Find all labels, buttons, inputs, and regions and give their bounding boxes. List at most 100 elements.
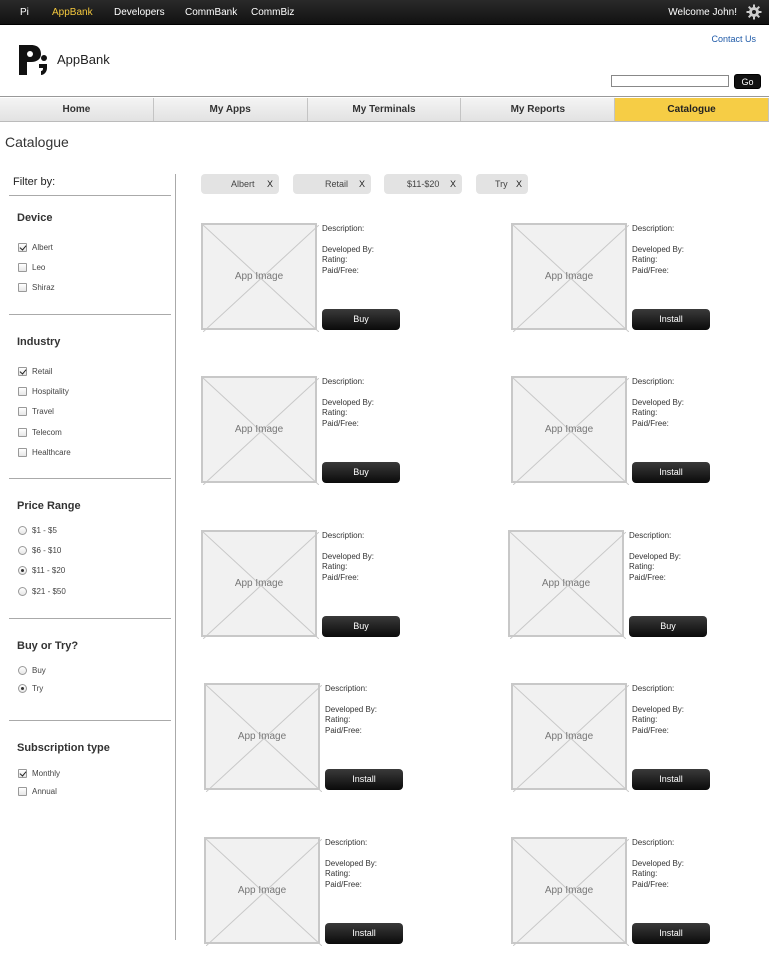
chip-label: Retail	[325, 179, 349, 189]
app-developed-by: Developed By:	[325, 704, 378, 714]
app-image-placeholder[interactable]: App Image	[511, 837, 629, 946]
price-option-1-5[interactable]: $1 - $5	[18, 524, 57, 536]
tab-my-reports[interactable]: My Reports	[461, 98, 616, 121]
install-button[interactable]: Install	[632, 923, 710, 944]
top-nav-commbiz[interactable]: CommBiz	[251, 0, 294, 25]
install-button[interactable]: Install	[632, 769, 710, 790]
checkbox[interactable]	[18, 282, 27, 292]
app-developed-by: Developed By:	[325, 858, 378, 868]
buy-button[interactable]: Buy	[322, 462, 400, 483]
search-input[interactable]	[611, 75, 729, 87]
install-button[interactable]: Install	[632, 462, 710, 483]
app-image-label: App Image	[237, 731, 287, 742]
industry-option-travel[interactable]: Travel	[18, 405, 54, 417]
price-option-21-50[interactable]: $21 - $50	[18, 585, 66, 597]
checkbox[interactable]	[18, 786, 27, 796]
app-description: Description:	[629, 531, 672, 540]
app-developed-by: Developed By:	[632, 704, 685, 714]
buy-or-try-title: Buy or Try?	[17, 640, 79, 652]
radio-button[interactable]	[18, 545, 27, 555]
checkbox-checked[interactable]	[18, 242, 27, 252]
tab-my-apps[interactable]: My Apps	[153, 98, 308, 121]
industry-option-telecom[interactable]: Telecom	[18, 426, 62, 438]
top-nav-commbank[interactable]: CommBank	[185, 0, 237, 25]
option-label: Albert	[32, 242, 53, 252]
app-image-placeholder[interactable]: App Image	[201, 223, 319, 332]
device-option-leo[interactable]: Leo	[18, 261, 45, 273]
buy-button[interactable]: Buy	[322, 616, 400, 637]
filter-chip-retail[interactable]: Retail X	[293, 174, 371, 194]
remove-filter-button[interactable]: X	[516, 174, 522, 194]
industry-option-hospitality[interactable]: Hospitality	[18, 385, 69, 397]
app-image-placeholder[interactable]: App Image	[201, 376, 319, 485]
app-rating: Rating:	[632, 255, 658, 264]
app-description: Description:	[632, 838, 675, 847]
app-image-placeholder[interactable]: App Image	[201, 530, 319, 639]
subscription-option-annual[interactable]: Annual	[18, 785, 57, 797]
app-image-placeholder[interactable]: App Image	[511, 376, 629, 485]
install-button[interactable]: Install	[632, 309, 710, 330]
option-label: $6 - $10	[32, 545, 62, 555]
price-option-11-20[interactable]: $11 - $20	[18, 564, 65, 576]
app-rating: Rating:	[322, 562, 348, 571]
buy-button[interactable]: Buy	[629, 616, 707, 637]
radio-button-selected[interactable]	[18, 565, 27, 575]
app-rating: Rating:	[322, 255, 348, 264]
app-paid-free: Paid/Free:	[632, 418, 669, 428]
checkbox[interactable]	[18, 427, 27, 437]
install-button[interactable]: Install	[325, 769, 403, 790]
checkbox-checked[interactable]	[18, 768, 27, 778]
buy-button[interactable]: Buy	[322, 309, 400, 330]
app-image-placeholder[interactable]: App Image	[511, 223, 629, 332]
tab-catalogue[interactable]: Catalogue	[615, 98, 769, 121]
radio-button[interactable]	[18, 665, 27, 675]
app-image-placeholder[interactable]: App Image	[204, 837, 322, 946]
remove-filter-button[interactable]: X	[267, 174, 273, 194]
checkbox[interactable]	[18, 406, 27, 416]
app-image-placeholder[interactable]: App Image	[508, 530, 626, 639]
app-details: Description: Developed By: Rating: Paid/Fre…	[629, 531, 681, 583]
app-image-placeholder[interactable]: App Image	[204, 683, 322, 792]
divider	[9, 478, 171, 479]
industry-option-retail[interactable]: Retail	[18, 365, 52, 377]
go-button[interactable]: Go	[734, 74, 761, 89]
app-details: Description: Developed By: Rating: Paid/Fre…	[322, 377, 374, 429]
divider	[9, 195, 171, 196]
radio-button[interactable]	[18, 525, 27, 535]
checkbox[interactable]	[18, 447, 27, 457]
install-button[interactable]: Install	[325, 923, 403, 944]
subscription-option-monthly[interactable]: Monthly	[18, 767, 60, 779]
checkbox[interactable]	[18, 262, 27, 272]
remove-filter-button[interactable]: X	[450, 174, 456, 194]
top-nav-appbank[interactable]: AppBank	[52, 0, 93, 25]
device-option-shiraz[interactable]: Shiraz	[18, 281, 55, 293]
filter-chip-try[interactable]: Try X	[476, 174, 528, 194]
filter-chip-albert[interactable]: Albert X	[201, 174, 279, 194]
buy-or-try-option-buy[interactable]: Buy	[18, 664, 46, 676]
radio-button[interactable]	[18, 586, 27, 596]
app-paid-free: Paid/Free:	[325, 725, 362, 735]
app-description: Description:	[322, 377, 365, 386]
checkbox-checked[interactable]	[18, 366, 27, 376]
app-rating: Rating:	[632, 408, 658, 417]
top-nav-pi[interactable]: Pi	[20, 0, 29, 25]
option-label: $1 - $5	[32, 525, 57, 535]
radio-button-selected[interactable]	[18, 683, 27, 693]
checkbox[interactable]	[18, 386, 27, 396]
app-description: Description:	[632, 684, 675, 693]
filter-chip-price[interactable]: $11-$20 X	[384, 174, 462, 194]
remove-filter-button[interactable]: X	[359, 174, 365, 194]
app-image-label: App Image	[234, 578, 284, 589]
app-image-placeholder[interactable]: App Image	[511, 683, 629, 792]
price-option-6-10[interactable]: $6 - $10	[18, 544, 61, 556]
device-option-albert[interactable]: Albert	[18, 241, 53, 253]
top-nav-developers[interactable]: Developers	[114, 0, 165, 25]
app-description: Description:	[325, 838, 368, 847]
tab-my-terminals[interactable]: My Terminals	[307, 98, 462, 121]
gear-icon[interactable]	[746, 4, 762, 20]
app-description: Description:	[325, 684, 368, 693]
contact-us-link[interactable]: Contact Us	[711, 34, 756, 44]
buy-or-try-option-try[interactable]: Try	[18, 682, 43, 694]
tab-home[interactable]: Home	[0, 98, 154, 121]
industry-option-healthcare[interactable]: Healthcare	[18, 446, 71, 458]
